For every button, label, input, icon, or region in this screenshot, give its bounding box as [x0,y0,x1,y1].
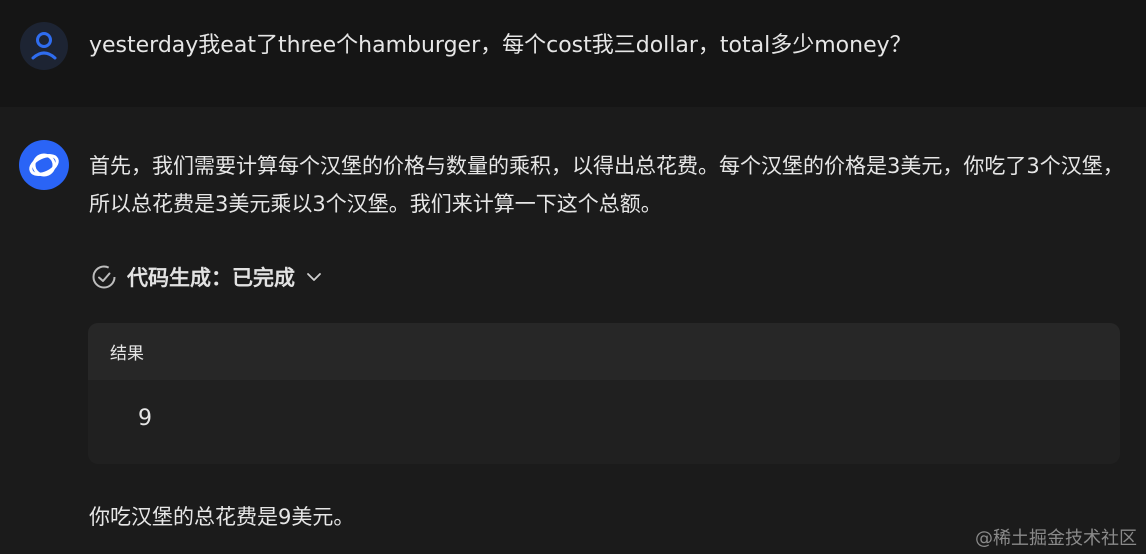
assistant-avatar [19,140,69,190]
user-message-text: yesterday我eat了three个hamburger，每个cost我三do… [89,33,912,58]
result-header: 结果 [88,323,1120,380]
assistant-logo-icon [29,153,59,177]
result-value: 9 [138,406,152,431]
watermark: @稀土掘金技术社区 [975,528,1137,549]
user-avatar [20,22,68,70]
code-status-toggle[interactable]: 代码生成：已完成 [91,262,323,292]
check-circle-icon [92,265,116,289]
assistant-intro-text: 首先，我们需要计算每个汉堡的价格与数量的乘积，以得出总花费。每个汉堡的价格是3美… [89,154,1124,216]
assistant-final-answer: 你吃汉堡的总花费是9美元。 [89,505,355,529]
user-avatar-icon [31,32,57,60]
code-status-label: 代码生成：已完成 [127,266,295,290]
chevron-down-icon[interactable] [305,268,323,286]
user-message-row: yesterday我eat了three个hamburger，每个cost我三do… [0,0,1146,107]
chat-page: yesterday我eat了three个hamburger，每个cost我三do… [0,0,1146,554]
result-card: 结果 9 [88,323,1120,464]
